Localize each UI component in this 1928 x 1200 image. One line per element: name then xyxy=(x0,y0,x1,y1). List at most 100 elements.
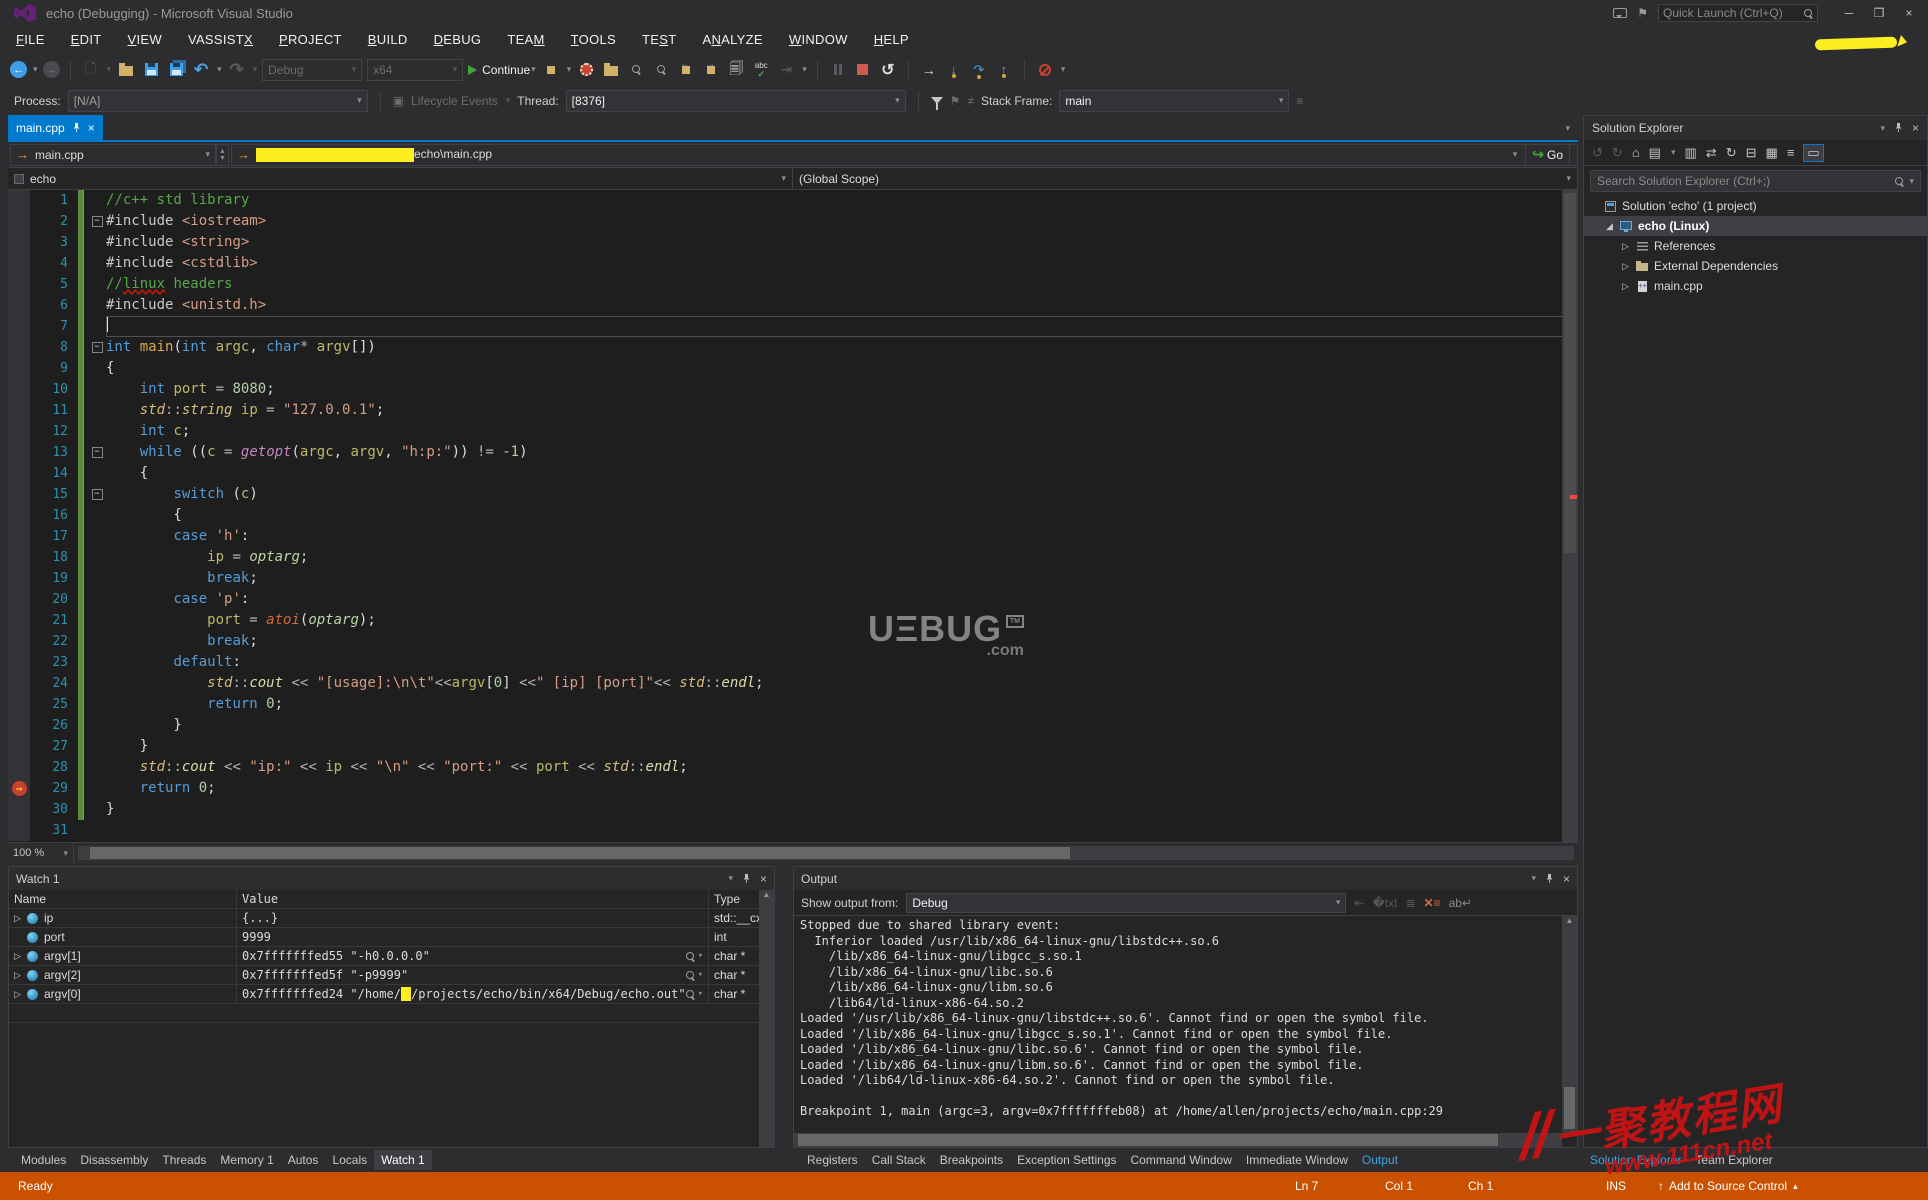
zoom-level-combo[interactable]: 100 % ▾ xyxy=(8,843,74,863)
breakpoint-margin[interactable] xyxy=(8,799,30,820)
breakpoint-margin[interactable]: → xyxy=(8,778,30,799)
bottom-tab-threads[interactable]: Threads xyxy=(155,1150,213,1170)
navigate-forward-icon[interactable]: → xyxy=(42,61,60,78)
magnifier-icon[interactable]: ▾ xyxy=(685,970,703,980)
find-icon[interactable] xyxy=(541,59,561,81)
bottom-tab-output[interactable]: Output xyxy=(1355,1150,1405,1170)
bottom-tab-autos[interactable]: Autos xyxy=(281,1150,326,1170)
watch-title-bar[interactable]: Watch 1 ▾ × xyxy=(9,867,774,890)
menu-item-tools[interactable]: TOOLS xyxy=(571,32,616,47)
code-line-text[interactable] xyxy=(106,316,1578,337)
breakpoint-margin[interactable] xyxy=(8,253,30,274)
se-properties-icon[interactable]: ≡ xyxy=(1787,145,1795,160)
bottom-tab-command-window[interactable]: Command Window xyxy=(1124,1150,1239,1170)
se-close-icon[interactable]: × xyxy=(1912,121,1919,135)
menu-item-file[interactable]: FILE xyxy=(16,32,45,47)
menu-item-help[interactable]: HELP xyxy=(874,32,909,47)
output-source-combo[interactable]: Debug ▾ xyxy=(906,892,1347,913)
bottom-tab-memory-1[interactable]: Memory 1 xyxy=(213,1150,280,1170)
close-tab-icon[interactable]: × xyxy=(88,121,95,135)
toolbar-overflow-icon[interactable]: ≡ xyxy=(1296,94,1303,108)
bottom-tab-registers[interactable]: Registers xyxy=(800,1150,865,1170)
watch-empty-row[interactable] xyxy=(9,1004,759,1023)
se-collapse-all-icon[interactable]: ⊟ xyxy=(1746,145,1757,161)
code-line-text[interactable]: ip = optarg; xyxy=(106,547,1578,568)
menu-item-team[interactable]: TEAM xyxy=(507,32,544,47)
word-wrap-icon[interactable]: ab↵ xyxy=(1449,896,1472,910)
find-message-icon[interactable]: ⇤ xyxy=(1354,896,1364,910)
flag-threads-icon[interactable]: ⚑ xyxy=(950,94,961,108)
solution-configuration-combo[interactable]: Debug ▾ xyxy=(262,58,363,81)
menu-item-edit[interactable]: EDIT xyxy=(71,32,102,47)
watch-pin-icon[interactable] xyxy=(742,872,751,886)
solution-tree[interactable]: Solution 'echo' (1 project) ◢ echo (Linux)… xyxy=(1584,196,1927,296)
se-window-menu-icon[interactable]: ▾ xyxy=(1880,123,1885,134)
expander-icon[interactable]: ▷ xyxy=(14,913,24,924)
editor-horizontal-scrollbar[interactable] xyxy=(78,846,1574,860)
breakpoint-margin[interactable] xyxy=(8,442,30,463)
goto-icon[interactable]: ⇥ xyxy=(776,59,796,81)
se-preview-selected-icon[interactable]: ▭ xyxy=(1803,143,1824,162)
breakpoint-margin[interactable] xyxy=(8,652,30,673)
se-pin-icon[interactable] xyxy=(1894,121,1903,135)
project-scope-combo[interactable]: echo ▾ xyxy=(8,168,793,189)
tree-expander-icon[interactable]: ◢ xyxy=(1606,221,1618,232)
watch-name-cell[interactable]: ▷ argv[0] xyxy=(9,984,237,1004)
menu-item-debug[interactable]: DEBUG xyxy=(434,32,482,47)
fold-margin[interactable]: − xyxy=(88,442,106,463)
code-line-text[interactable]: port = atoi(optarg); xyxy=(106,610,1578,631)
code-line-text[interactable]: int port = 8080; xyxy=(106,379,1578,400)
breakpoint-margin[interactable] xyxy=(8,274,30,295)
watch-close-icon[interactable]: × xyxy=(760,872,767,886)
code-line-text[interactable]: { xyxy=(106,505,1578,526)
code-line-text[interactable]: #include <iostream> xyxy=(106,211,1578,232)
menu-item-view[interactable]: VIEW xyxy=(128,32,162,47)
watch-window-menu-icon[interactable]: ▾ xyxy=(728,873,733,884)
clear-all-icon[interactable]: ✕≡ xyxy=(1424,896,1441,910)
tree-item-main-cpp[interactable]: ▷ main.cpp xyxy=(1584,276,1927,296)
watch-column-header[interactable]: Value xyxy=(237,889,709,909)
breakpoint-margin[interactable] xyxy=(8,547,30,568)
se-forward-icon[interactable]: ↻ xyxy=(1612,145,1623,161)
fold-margin[interactable]: − xyxy=(88,337,106,358)
spell-check-icon[interactable]: abc ✓ xyxy=(751,59,771,81)
fold-toggle-icon[interactable]: − xyxy=(91,216,103,227)
se-pending-changes-filter-icon[interactable]: ▥ xyxy=(1685,145,1697,161)
watch-column-header[interactable]: Type xyxy=(709,890,759,909)
breakpoint-margin[interactable] xyxy=(8,421,30,442)
code-line-text[interactable]: int main(int argc, char* argv[]) xyxy=(106,337,1578,358)
step-out-icon[interactable]: ↑ xyxy=(994,59,1014,81)
redo-icon[interactable]: ↷ xyxy=(227,59,247,81)
code-line-text[interactable]: case 'p': xyxy=(106,589,1578,610)
menu-item-build[interactable]: BUILD xyxy=(368,32,408,47)
output-pin-icon[interactable] xyxy=(1545,872,1554,886)
watch-value-cell[interactable]: 9999 xyxy=(237,927,709,947)
expander-icon[interactable]: ▷ xyxy=(14,989,24,1000)
breakpoint-margin[interactable] xyxy=(8,337,30,358)
navigate-back-icon[interactable]: ← xyxy=(10,61,27,78)
watch-row[interactable]: port 9999 int xyxy=(9,927,759,947)
open-folder-icon[interactable] xyxy=(116,59,136,81)
watch-name-cell[interactable]: port xyxy=(9,927,237,947)
new-file-icon[interactable]: 🗋 xyxy=(81,59,101,81)
filter-threads-icon[interactable] xyxy=(930,97,943,110)
tree-item-echo-linux-[interactable]: ◢ echo (Linux) xyxy=(1584,216,1927,236)
bottom-tab-call-stack[interactable]: Call Stack xyxy=(865,1150,933,1170)
menu-item-project[interactable]: PROJECT xyxy=(279,32,342,47)
breakpoint-margin[interactable] xyxy=(8,358,30,379)
expander-icon[interactable]: ▷ xyxy=(14,970,24,981)
magnifier-icon[interactable]: ▾ xyxy=(685,951,703,961)
watch-scrollbar[interactable]: ▲ xyxy=(759,890,774,1147)
breakpoint-margin[interactable] xyxy=(8,505,30,526)
notifications-flag-icon[interactable]: ⚑ xyxy=(1637,6,1648,20)
output-close-icon[interactable]: × xyxy=(1563,872,1570,886)
code-line-text[interactable]: } xyxy=(106,799,1578,820)
code-line-text[interactable]: std::cout << "ip:" << ip << "\n" << "por… xyxy=(106,757,1578,778)
document-list-caret-icon[interactable]: ▾ xyxy=(1565,123,1570,134)
code-line-text[interactable]: #include <cstdlib> xyxy=(106,253,1578,274)
code-line-text[interactable]: } xyxy=(106,736,1578,757)
fold-margin[interactable]: − xyxy=(88,211,106,232)
code-line-text[interactable]: std::string ip = "127.0.0.1"; xyxy=(106,400,1578,421)
bottom-tab-disassembly[interactable]: Disassembly xyxy=(73,1150,155,1170)
fold-toggle-icon[interactable]: − xyxy=(91,489,103,500)
